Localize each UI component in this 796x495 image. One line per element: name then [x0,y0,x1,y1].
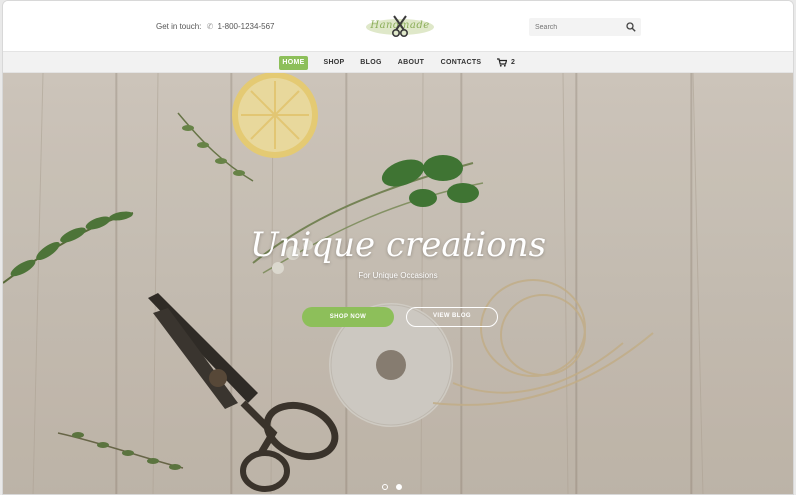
nav-item-contacts[interactable]: CONTACTS [440,56,482,70]
nav-item-home[interactable]: HOME [279,56,308,70]
cart-count: 2 [511,59,515,66]
contact-info: Get in touch: ✆ 1-800-1234-567 [156,22,274,31]
scissors-icon [391,15,409,38]
top-header: Get in touch: ✆ 1-800-1234-567 Handmade [3,1,793,51]
slider-dot-active[interactable] [396,484,402,490]
hero-slider: Unique creations For Unique Occasions SH… [3,73,793,494]
nav-item-shop[interactable]: SHOP [319,56,349,70]
contact-label: Get in touch: [156,22,202,31]
phone-number[interactable]: 1-800-1234-567 [218,22,275,31]
nav-item-about[interactable]: ABOUT [396,56,426,70]
browser-frame: Get in touch: ✆ 1-800-1234-567 Handmade … [2,0,794,495]
search-icon[interactable] [626,22,636,32]
view-blog-button[interactable]: VIEW BLOG [406,307,498,327]
hero-subtitle: For Unique Occasions [358,271,438,280]
nav-item-blog[interactable]: BLOG [358,56,384,70]
hero-overlay [3,73,793,494]
main-nav: HOME SHOP BLOG ABOUT CONTACTS 2 [3,51,793,73]
cart-button[interactable]: 2 [497,56,515,70]
search-input[interactable] [529,18,619,36]
phone-icon: ✆ [206,22,214,31]
slider-pagination [381,484,421,492]
site-logo[interactable]: Handmade [366,14,434,40]
search-box [529,18,641,36]
hero-title: Unique creations [249,225,547,265]
slider-dot[interactable] [382,484,388,490]
cart-icon [497,58,508,67]
shop-now-button[interactable]: SHOP NOW [302,307,394,327]
